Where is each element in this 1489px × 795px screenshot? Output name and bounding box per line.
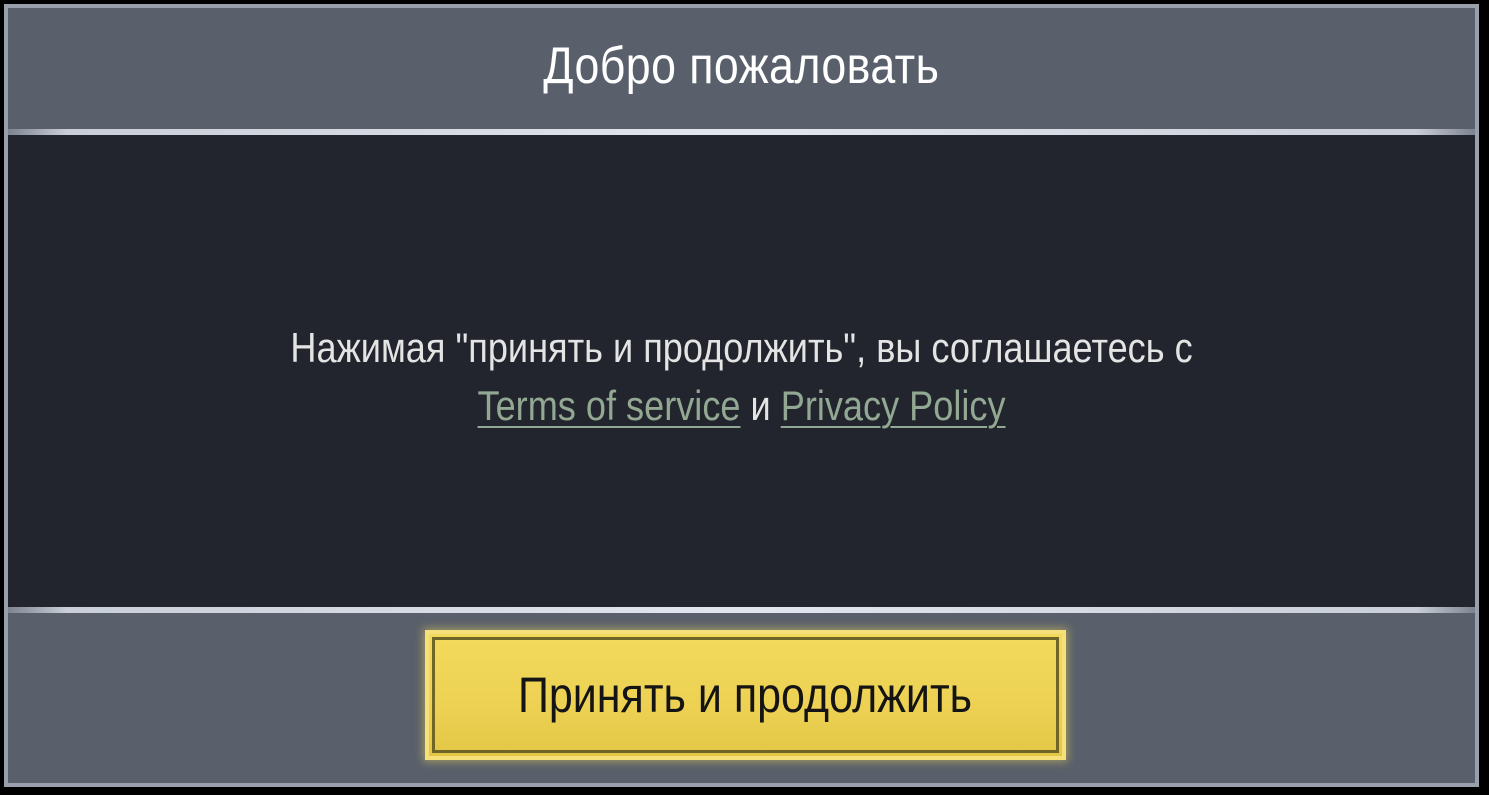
dialog-title: Добро пожаловать bbox=[543, 36, 940, 95]
dialog-footer: Принять и продолжить bbox=[8, 613, 1475, 783]
consent-message: Нажимая "принять и продолжить", вы согла… bbox=[290, 319, 1192, 435]
accept-button-label: Принять и продолжить bbox=[518, 667, 973, 723]
accept-and-continue-button[interactable]: Принять и продолжить bbox=[425, 630, 1066, 760]
consent-text: Нажимая "принять и продолжить", вы согла… bbox=[290, 324, 1193, 371]
conjunction-text: и bbox=[750, 382, 771, 429]
privacy-policy-link[interactable]: Privacy Policy bbox=[781, 382, 1006, 429]
welcome-dialog: Добро пожаловать Нажимая "принять и прод… bbox=[4, 4, 1479, 787]
dialog-header: Добро пожаловать bbox=[8, 8, 1475, 129]
terms-of-service-link[interactable]: Terms of service bbox=[477, 382, 740, 429]
dialog-body: Нажимая "принять и продолжить", вы согла… bbox=[8, 135, 1475, 607]
